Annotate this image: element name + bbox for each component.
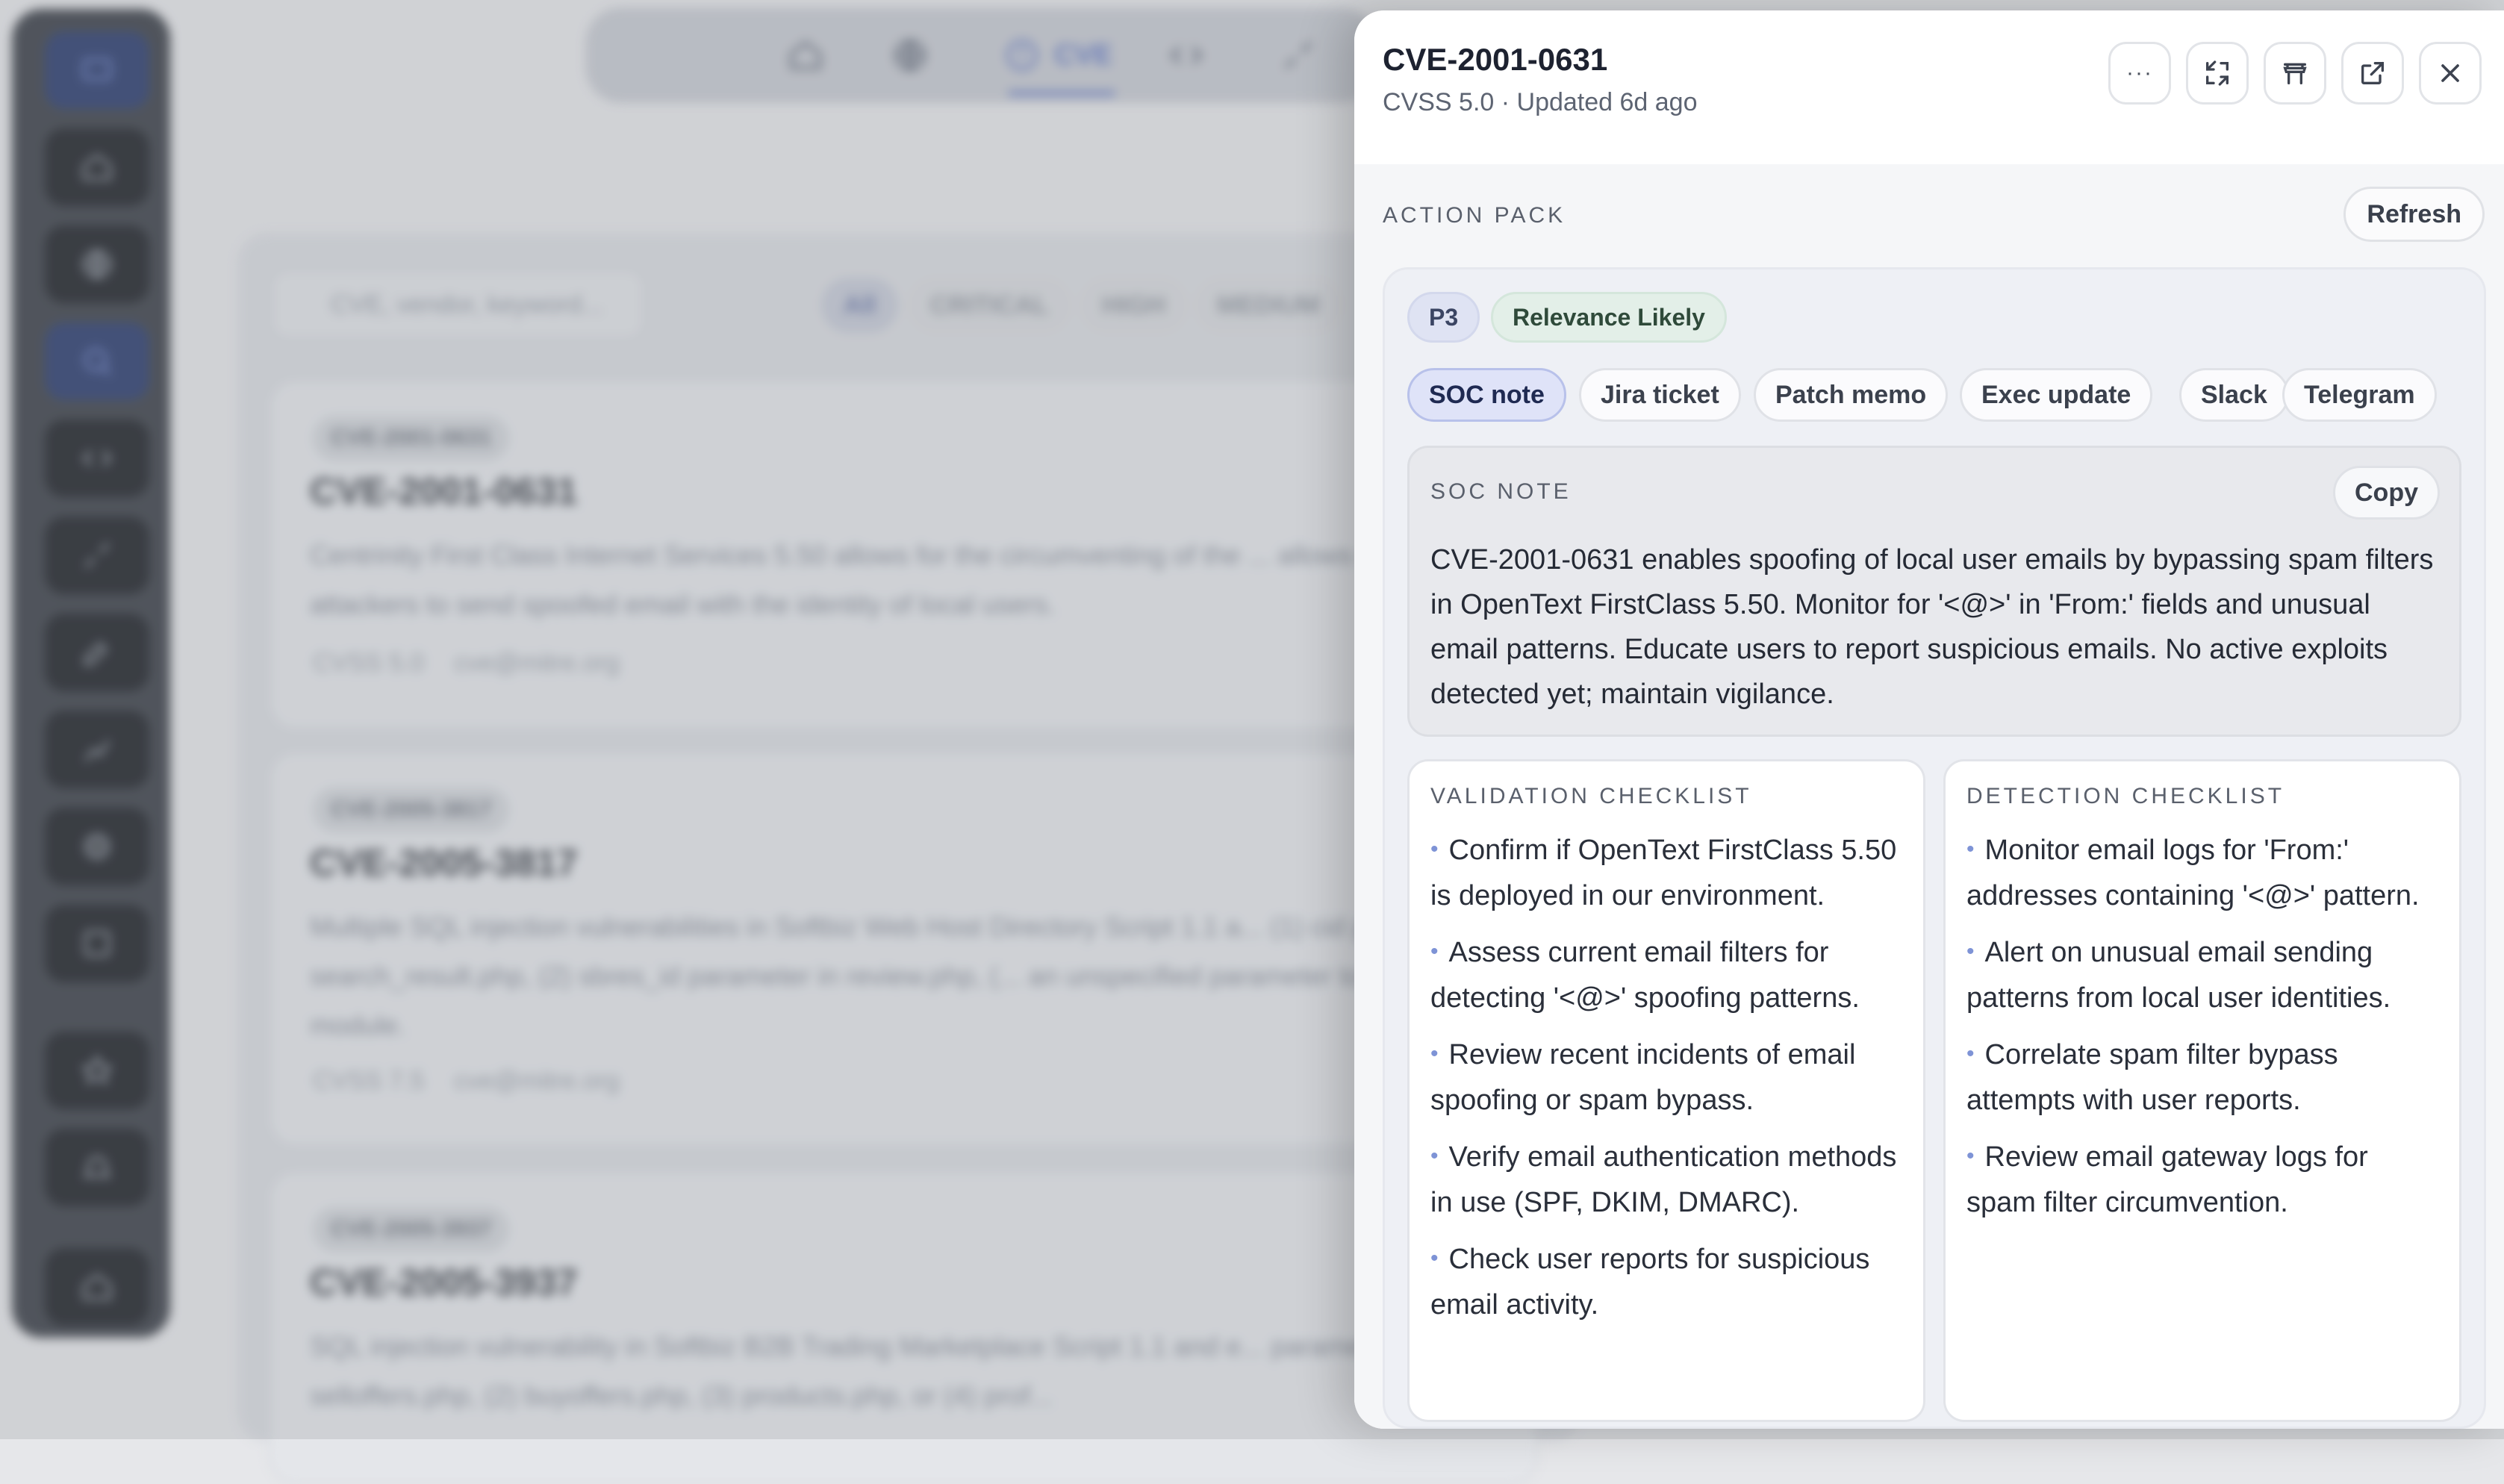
refresh-button[interactable]: Refresh: [2343, 187, 2485, 242]
tab-slack[interactable]: Slack: [2179, 368, 2289, 422]
list-item: • Correlate spam filter bypass attempts w…: [1966, 1039, 2338, 1116]
list-item: • Review recent incidents of email spoofi…: [1430, 1039, 1856, 1116]
close-icon: [2441, 64, 2459, 82]
priority-badge: P3: [1407, 292, 1480, 343]
action-pack-label: ACTION PACK: [1383, 203, 1566, 228]
validation-checklist-label: VALIDATION CHECKLIST: [1430, 784, 1752, 808]
close-button[interactable]: [2419, 42, 2482, 105]
drawer-body: ACTION PACK Refresh P3 Relevance Likely …: [1354, 164, 2504, 1429]
tab-jira-ticket[interactable]: Jira ticket: [1579, 368, 1741, 422]
validation-checklist: VALIDATION CHECKLIST • Confirm if OpenTex…: [1407, 759, 1925, 1422]
action-pack-card: P3 Relevance Likely SOC note Jira ticket…: [1383, 267, 2486, 1429]
tab-exec-update[interactable]: Exec update: [1960, 368, 2153, 422]
bullet-icon: •: [1430, 837, 1439, 861]
tab-telegram[interactable]: Telegram: [2282, 368, 2437, 422]
bullet-icon: •: [1430, 1144, 1439, 1168]
tab-patch-memo[interactable]: Patch memo: [1754, 368, 1949, 422]
soc-note-panel: SOC NOTE Copy CVE-2001-0631 enables spoo…: [1407, 446, 2461, 737]
detection-list: • Monitor email logs for 'From:' addresse…: [1966, 829, 2444, 1238]
detection-checklist-label: DETECTION CHECKLIST: [1966, 784, 2285, 808]
copy-button[interactable]: Copy: [2333, 466, 2440, 520]
list-item: • Assess current email filters for detect…: [1430, 937, 1860, 1014]
more-icon: ···: [2126, 60, 2153, 85]
soc-note-text: CVE-2001-0631 enables spoofing of local …: [1430, 544, 2434, 710]
archive-button[interactable]: [2264, 42, 2326, 105]
bullet-icon: •: [1966, 939, 1975, 964]
more-options-button[interactable]: ···: [2108, 42, 2171, 105]
list-item: • Monitor email logs for 'From:' addresse…: [1966, 835, 2420, 911]
cve-detail-drawer: CVE-2001-0631 CVSS 5.0 · Updated 6d ago …: [1354, 10, 2504, 1429]
bullet-icon: •: [1430, 939, 1439, 964]
tab-soc-note[interactable]: SOC note: [1407, 368, 1566, 422]
drawer-subtitle: CVSS 5.0 · Updated 6d ago: [1383, 88, 1698, 116]
drawer-title: CVE-2001-0631: [1383, 42, 1608, 77]
detection-checklist: DETECTION CHECKLIST • Monitor email logs …: [1943, 759, 2461, 1422]
bullet-icon: •: [1430, 1041, 1439, 1066]
list-item: • Alert on unusual email sending patterns…: [1966, 937, 2391, 1014]
list-item: • Review email gateway logs for spam filt…: [1966, 1141, 2368, 1218]
list-item: • Check user reports for suspicious email…: [1430, 1244, 1870, 1321]
archive-icon: [2283, 63, 2307, 85]
list-item: • Confirm if OpenText FirstClass 5.50 is …: [1430, 835, 1897, 911]
soc-note-label: SOC NOTE: [1430, 479, 1572, 504]
relevance-badge: Relevance Likely: [1491, 292, 1727, 343]
bullet-icon: •: [1430, 1246, 1439, 1271]
open-external-button[interactable]: [2341, 42, 2404, 105]
drawer-header: CVE-2001-0631 CVSS 5.0 · Updated 6d ago …: [1354, 10, 2504, 164]
external-link-icon: [2361, 62, 2384, 84]
list-item: • Verify email authentication methods in …: [1430, 1141, 1897, 1218]
bullet-icon: •: [1966, 837, 1975, 861]
validation-list: • Confirm if OpenText FirstClass 5.50 is …: [1430, 829, 1908, 1340]
collapse-icon: [2206, 60, 2229, 86]
bullet-icon: •: [1966, 1144, 1975, 1168]
bullet-icon: •: [1966, 1041, 1975, 1066]
collapse-button[interactable]: [2186, 42, 2249, 105]
